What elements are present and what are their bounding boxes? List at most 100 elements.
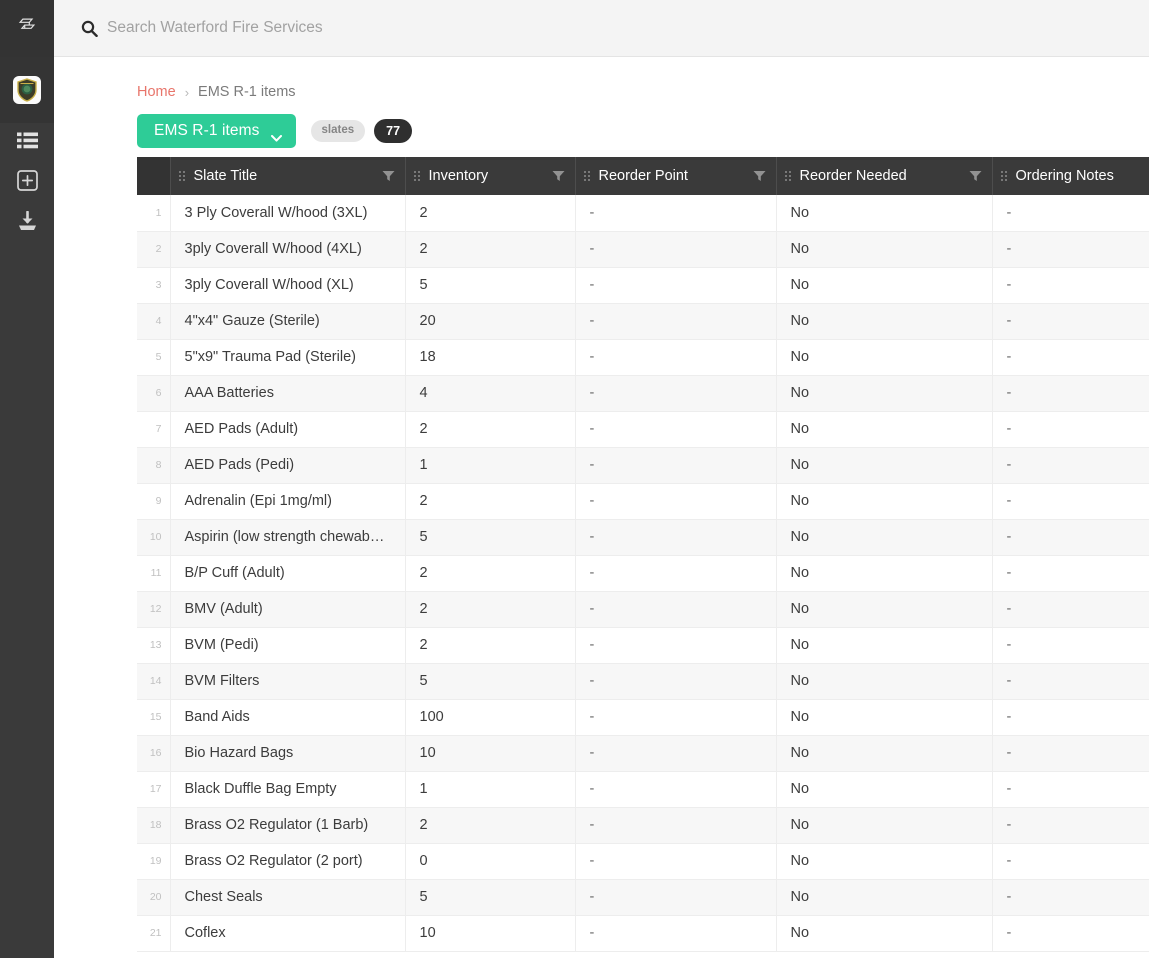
cell-reorder-point[interactable]: - (575, 591, 776, 627)
cell-reorder-needed[interactable]: No (776, 915, 992, 951)
cell-ordering-notes[interactable]: - (992, 627, 1149, 663)
table-row[interactable]: 15Band Aids100-No- (137, 699, 1149, 735)
cell-inventory[interactable]: 20 (405, 303, 575, 339)
cell-reorder-needed[interactable]: No (776, 519, 992, 555)
column-header-slate-title[interactable]: Slate Title (170, 157, 405, 195)
cell-slate-title[interactable]: Adrenalin (Epi 1mg/ml) (170, 483, 405, 519)
table-row[interactable]: 55"x9" Trauma Pad (Sterile)18-No- (137, 339, 1149, 375)
cell-reorder-point[interactable]: - (575, 879, 776, 915)
cell-inventory[interactable]: 18 (405, 339, 575, 375)
cell-reorder-point[interactable]: - (575, 699, 776, 735)
cell-reorder-needed[interactable]: No (776, 267, 992, 303)
app-logo[interactable] (0, 0, 54, 57)
cell-reorder-point[interactable]: - (575, 627, 776, 663)
sidebar-item-slates-list[interactable] (0, 123, 54, 163)
table-row[interactable]: 10Aspirin (low strength chewab…5-No- (137, 519, 1149, 555)
table-row[interactable]: 8AED Pads (Pedi)1-No- (137, 447, 1149, 483)
cell-reorder-point[interactable]: - (575, 195, 776, 231)
column-header-reorder-point[interactable]: Reorder Point (575, 157, 776, 195)
cell-reorder-point[interactable]: - (575, 267, 776, 303)
cell-ordering-notes[interactable]: - (992, 519, 1149, 555)
cell-slate-title[interactable]: BVM (Pedi) (170, 627, 405, 663)
cell-slate-title[interactable]: AED Pads (Pedi) (170, 447, 405, 483)
cell-slate-title[interactable]: 5"x9" Trauma Pad (Sterile) (170, 339, 405, 375)
cell-reorder-point[interactable]: - (575, 735, 776, 771)
cell-slate-title[interactable]: Bio Hazard Bags (170, 735, 405, 771)
cell-reorder-point[interactable]: - (575, 447, 776, 483)
cell-ordering-notes[interactable]: - (992, 267, 1149, 303)
cell-ordering-notes[interactable]: - (992, 375, 1149, 411)
cell-reorder-needed[interactable]: No (776, 843, 992, 879)
cell-reorder-needed[interactable]: No (776, 339, 992, 375)
cell-inventory[interactable]: 1 (405, 447, 575, 483)
cell-inventory[interactable]: 2 (405, 807, 575, 843)
cell-inventory[interactable]: 1 (405, 771, 575, 807)
cell-inventory[interactable]: 2 (405, 411, 575, 447)
table-row[interactable]: 18Brass O2 Regulator (1 Barb)2-No- (137, 807, 1149, 843)
cell-inventory[interactable]: 5 (405, 663, 575, 699)
cell-reorder-point[interactable]: - (575, 771, 776, 807)
cell-reorder-point[interactable]: - (575, 375, 776, 411)
cell-reorder-needed[interactable]: No (776, 411, 992, 447)
sidebar-item-add-new[interactable] (0, 163, 54, 203)
cell-ordering-notes[interactable]: - (992, 807, 1149, 843)
cell-ordering-notes[interactable]: - (992, 303, 1149, 339)
cell-slate-title[interactable]: Coflex (170, 915, 405, 951)
data-grid-container[interactable]: Slate Title Inventory (137, 157, 1149, 958)
cell-inventory[interactable]: 4 (405, 375, 575, 411)
cell-slate-title[interactable]: 3 Ply Coverall W/hood (3XL) (170, 195, 405, 231)
cell-slate-title[interactable]: Chest Seals (170, 879, 405, 915)
cell-ordering-notes[interactable]: - (992, 771, 1149, 807)
cell-ordering-notes[interactable]: - (992, 555, 1149, 591)
cell-reorder-needed[interactable]: No (776, 735, 992, 771)
table-row[interactable]: 17Black Duffle Bag Empty1-No- (137, 771, 1149, 807)
cell-ordering-notes[interactable]: - (992, 591, 1149, 627)
cell-reorder-needed[interactable]: No (776, 447, 992, 483)
cell-slate-title[interactable]: Brass O2 Regulator (1 Barb) (170, 807, 405, 843)
cell-inventory[interactable]: 5 (405, 879, 575, 915)
cell-slate-title[interactable]: Band Aids (170, 699, 405, 735)
table-row[interactable]: 14BVM Filters5-No- (137, 663, 1149, 699)
table-row[interactable]: 6AAA Batteries4-No- (137, 375, 1149, 411)
cell-ordering-notes[interactable]: - (992, 915, 1149, 951)
cell-reorder-needed[interactable]: No (776, 771, 992, 807)
cell-reorder-needed[interactable]: No (776, 879, 992, 915)
cell-inventory[interactable]: 2 (405, 195, 575, 231)
cell-reorder-needed[interactable]: No (776, 807, 992, 843)
cell-slate-title[interactable]: Black Duffle Bag Empty (170, 771, 405, 807)
cell-slate-title[interactable]: AAA Batteries (170, 375, 405, 411)
cell-ordering-notes[interactable]: - (992, 843, 1149, 879)
cell-reorder-point[interactable]: - (575, 915, 776, 951)
cell-reorder-needed[interactable]: No (776, 699, 992, 735)
cell-reorder-point[interactable]: - (575, 663, 776, 699)
table-row[interactable]: 16Bio Hazard Bags10-No- (137, 735, 1149, 771)
cell-reorder-needed[interactable]: No (776, 195, 992, 231)
cell-inventory[interactable]: 0 (405, 843, 575, 879)
cell-reorder-point[interactable]: - (575, 555, 776, 591)
cell-ordering-notes[interactable]: - (992, 447, 1149, 483)
cell-reorder-needed[interactable]: No (776, 663, 992, 699)
cell-reorder-point[interactable]: - (575, 303, 776, 339)
cell-reorder-needed[interactable]: No (776, 303, 992, 339)
breadcrumb-home-link[interactable]: Home (137, 84, 176, 100)
filter-funnel-icon[interactable] (753, 170, 766, 182)
cell-inventory[interactable]: 2 (405, 591, 575, 627)
cell-inventory[interactable]: 5 (405, 519, 575, 555)
cell-slate-title[interactable]: 4"x4" Gauze (Sterile) (170, 303, 405, 339)
table-row[interactable]: 20Chest Seals5-No- (137, 879, 1149, 915)
filter-funnel-icon[interactable] (552, 170, 565, 182)
cell-slate-title[interactable]: 3ply Coverall W/hood (XL) (170, 267, 405, 303)
column-header-reorder-needed[interactable]: Reorder Needed (776, 157, 992, 195)
cell-ordering-notes[interactable]: - (992, 735, 1149, 771)
cell-inventory[interactable]: 2 (405, 555, 575, 591)
cell-inventory[interactable]: 5 (405, 267, 575, 303)
cell-reorder-needed[interactable]: No (776, 231, 992, 267)
cell-reorder-point[interactable]: - (575, 411, 776, 447)
table-row[interactable]: 13BVM (Pedi)2-No- (137, 627, 1149, 663)
drag-handle-icon[interactable] (584, 171, 590, 181)
table-row[interactable]: 21Coflex10-No- (137, 915, 1149, 951)
table-row[interactable]: 33ply Coverall W/hood (XL)5-No- (137, 267, 1149, 303)
search-input[interactable] (107, 19, 627, 37)
slate-selector-button[interactable]: EMS R-1 items (137, 114, 296, 148)
cell-ordering-notes[interactable]: - (992, 339, 1149, 375)
